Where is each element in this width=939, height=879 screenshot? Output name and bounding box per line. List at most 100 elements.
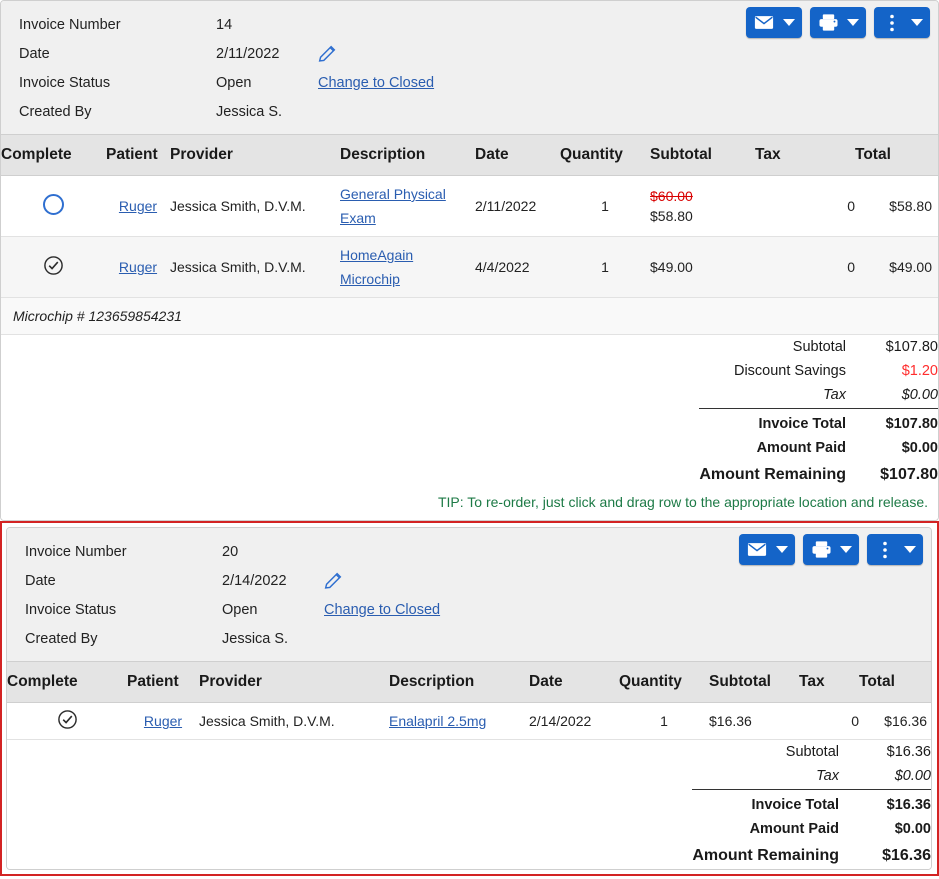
th-provider: Provider bbox=[199, 662, 389, 703]
more-options-button[interactable] bbox=[867, 534, 923, 565]
meta-row-created-by: Created By Jessica S. bbox=[11, 97, 928, 126]
table-row[interactable]: Ruger Jessica Smith, D.V.M. General Phys… bbox=[1, 175, 938, 237]
discounted-price: $58.80 bbox=[650, 208, 693, 224]
email-invoice-button[interactable] bbox=[739, 534, 795, 565]
totals-label-amount-paid: Amount Paid bbox=[756, 440, 846, 456]
caret-down-icon[interactable] bbox=[911, 19, 923, 26]
caret-down-icon[interactable] bbox=[840, 546, 852, 553]
meta-row-created-by: Created By Jessica S. bbox=[17, 624, 921, 653]
totals-value-amount-paid: $0.00 bbox=[901, 440, 938, 456]
th-patient: Patient bbox=[106, 135, 170, 176]
subtotal-cell: $16.36 bbox=[709, 702, 799, 740]
description-link[interactable]: Enalapril 2.5mg bbox=[389, 709, 486, 733]
caret-down-icon[interactable] bbox=[776, 546, 788, 553]
pencil-icon[interactable] bbox=[320, 569, 346, 593]
totals-value-tax: $0.00 bbox=[839, 764, 931, 790]
value-created-by: Jessica S. bbox=[222, 630, 289, 647]
pencil-icon[interactable] bbox=[314, 42, 340, 66]
printer-icon bbox=[816, 7, 840, 38]
invoice-totals: Subtotal $16.36 Tax $0.00 Invoice Total … bbox=[7, 740, 931, 869]
email-invoice-button[interactable] bbox=[746, 7, 802, 38]
print-invoice-button[interactable] bbox=[810, 7, 866, 38]
th-provider: Provider bbox=[170, 135, 340, 176]
label-invoice-number: Invoice Number bbox=[19, 16, 121, 33]
th-complete: Complete bbox=[1, 135, 106, 176]
totals-label-amount-paid: Amount Paid bbox=[749, 821, 839, 837]
reorder-tip: TIP: To re-order, just click and drag ro… bbox=[1, 488, 938, 520]
invoice-panel-14: Invoice Number 14 Date 2/11/2022 Invoice… bbox=[0, 0, 939, 521]
table-row[interactable]: Ruger Jessica Smith, D.V.M. Enalapril 2.… bbox=[7, 702, 931, 740]
caret-down-icon[interactable] bbox=[847, 19, 859, 26]
th-quantity: Quantity bbox=[619, 662, 709, 703]
totals-row-tax: Tax $0.00 bbox=[699, 383, 938, 409]
value-invoice-number: 20 bbox=[222, 543, 239, 560]
total-cell: $49.00 bbox=[855, 236, 938, 298]
totals-value-invoice-total: $107.80 bbox=[885, 416, 938, 432]
printer-icon bbox=[809, 534, 833, 565]
complete-toggle[interactable] bbox=[1, 236, 106, 298]
totals-row-amount-remaining: Amount Remaining $107.80 bbox=[699, 460, 938, 488]
label-invoice-status: Invoice Status bbox=[19, 74, 111, 91]
patient-link[interactable]: Ruger bbox=[144, 713, 182, 729]
change-to-closed-link[interactable]: Change to Closed bbox=[318, 75, 434, 91]
line-items-table: Complete Patient Provider Description Da… bbox=[7, 662, 931, 740]
provider-cell: Jessica Smith, D.V.M. bbox=[170, 175, 340, 237]
print-invoice-button[interactable] bbox=[803, 534, 859, 565]
value-created-by: Jessica S. bbox=[216, 103, 283, 120]
tax-cell: 0 bbox=[755, 175, 855, 237]
total-cell: $58.80 bbox=[855, 175, 938, 237]
totals-label-invoice-total: Invoice Total bbox=[758, 416, 846, 432]
th-date: Date bbox=[529, 662, 619, 703]
patient-link[interactable]: Ruger bbox=[119, 198, 157, 214]
provider-cell: Jessica Smith, D.V.M. bbox=[170, 236, 340, 298]
value-invoice-status: Open bbox=[222, 601, 258, 618]
table-header-row: Complete Patient Provider Description Da… bbox=[7, 662, 931, 703]
tax-cell: 0 bbox=[755, 236, 855, 298]
totals-row-subtotal: Subtotal $107.80 bbox=[699, 335, 938, 359]
th-subtotal: Subtotal bbox=[650, 135, 755, 176]
vertical-dots-icon bbox=[880, 7, 904, 38]
totals-row-amount-paid: Amount Paid $0.00 bbox=[699, 436, 938, 460]
meta-row-date: Date 2/14/2022 bbox=[17, 566, 921, 595]
th-tax: Tax bbox=[755, 135, 855, 176]
th-description: Description bbox=[340, 135, 475, 176]
description-link[interactable]: HomeAgain Microchip bbox=[340, 243, 475, 291]
label-created-by: Created By bbox=[25, 630, 98, 647]
th-complete: Complete bbox=[7, 662, 127, 703]
line-item-note: Microchip # 123659854231 bbox=[1, 297, 938, 335]
th-quantity: Quantity bbox=[560, 135, 650, 176]
value-date: 2/11/2022 bbox=[216, 45, 280, 62]
totals-row-amount-paid: Amount Paid $0.00 bbox=[692, 817, 931, 841]
value-date: 2/14/2022 bbox=[222, 572, 287, 589]
th-subtotal: Subtotal bbox=[709, 662, 799, 703]
quantity-cell: 1 bbox=[560, 236, 650, 298]
th-total: Total bbox=[855, 135, 938, 176]
complete-toggle[interactable] bbox=[1, 175, 106, 237]
caret-down-icon[interactable] bbox=[904, 546, 916, 553]
totals-value-subtotal: $107.80 bbox=[885, 339, 938, 355]
description-link[interactable]: General Physical Exam bbox=[340, 182, 475, 230]
tax-cell: 0 bbox=[799, 702, 859, 740]
caret-down-icon[interactable] bbox=[783, 19, 795, 26]
totals-value-invoice-total: $16.36 bbox=[886, 797, 931, 813]
envelope-icon bbox=[745, 534, 769, 565]
meta-row-date: Date 2/11/2022 bbox=[11, 39, 928, 68]
invoice-header: Invoice Number 14 Date 2/11/2022 Invoice… bbox=[1, 1, 938, 135]
label-invoice-number: Invoice Number bbox=[25, 543, 127, 560]
complete-toggle[interactable] bbox=[7, 702, 127, 740]
value-invoice-status: Open bbox=[216, 74, 252, 91]
circle-check-icon[interactable] bbox=[43, 255, 64, 276]
change-to-closed-link[interactable]: Change to Closed bbox=[324, 602, 440, 618]
envelope-icon bbox=[752, 7, 776, 38]
totals-row-discount: Discount Savings $1.20 bbox=[699, 359, 938, 383]
totals-row-subtotal: Subtotal $16.36 bbox=[692, 740, 931, 764]
circle-check-icon[interactable] bbox=[57, 709, 78, 730]
totals-value-amount-remaining: $107.80 bbox=[880, 466, 938, 483]
totals-label-amount-remaining: Amount Remaining bbox=[692, 847, 839, 864]
table-row[interactable]: Ruger Jessica Smith, D.V.M. HomeAgain Mi… bbox=[1, 236, 938, 298]
more-options-button[interactable] bbox=[874, 7, 930, 38]
totals-value-amount-paid: $0.00 bbox=[894, 821, 931, 837]
patient-link[interactable]: Ruger bbox=[119, 259, 157, 275]
invoice-panel-20: Invoice Number 20 Date 2/14/2022 Invoice… bbox=[0, 521, 939, 876]
circle-empty-icon[interactable] bbox=[43, 194, 64, 215]
